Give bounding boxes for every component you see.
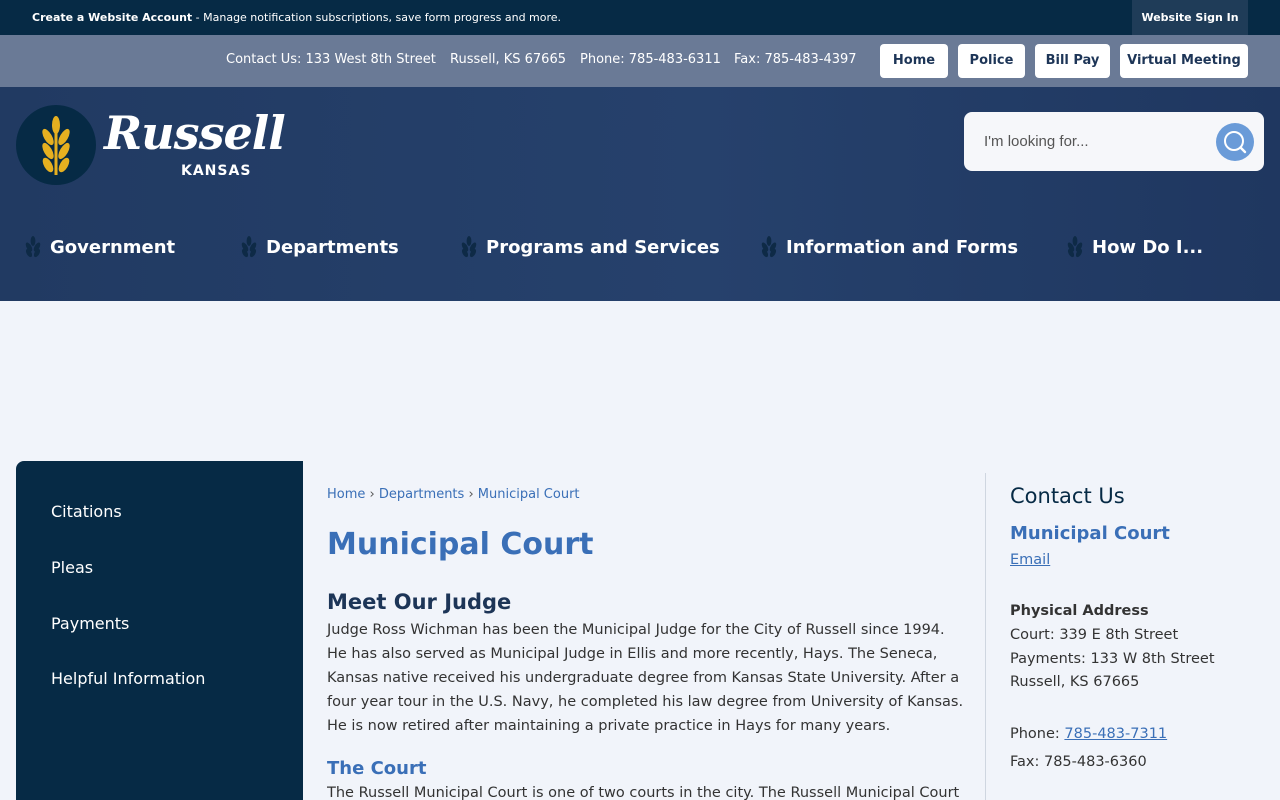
contact-phone: Phone: 785-483-6311 — [580, 52, 721, 67]
wheat-logo-icon[interactable] — [16, 105, 96, 185]
breadcrumb-separator: › — [464, 487, 478, 502]
top-account-bar: Create a Website Account - Manage notifi… — [0, 0, 1280, 35]
wheat-icon — [241, 236, 257, 258]
account-description: - Manage notification subscriptions, sav… — [192, 11, 562, 24]
page-title: Municipal Court — [327, 527, 594, 562]
quick-link-virtual-meeting-button[interactable]: Virtual Meeting — [1120, 44, 1248, 78]
site-search — [964, 112, 1264, 171]
sidebar-item-helpful-information[interactable]: Helpful Information — [51, 669, 205, 688]
nav-how-do-i[interactable]: How Do I... — [1066, 222, 1203, 272]
search-icon — [1224, 131, 1247, 154]
breadcrumb-departments[interactable]: Departments — [379, 487, 464, 502]
judge-paragraph: Judge Ross Wichman has been the Municipa… — [327, 622, 964, 734]
nav-label: Departments — [266, 236, 399, 258]
nav-departments[interactable]: Departments — [240, 222, 399, 272]
breadcrumb: Home › Departments › Municipal Court — [327, 487, 580, 502]
phone-label: Phone: — [1010, 726, 1065, 742]
breadcrumb-current[interactable]: Municipal Court — [478, 487, 580, 502]
nav-label: How Do I... — [1092, 236, 1204, 258]
physical-address-label: Physical Address — [1010, 603, 1149, 619]
account-message: Create a Website Account - Manage notifi… — [32, 11, 561, 24]
logo-city-name[interactable]: Russell — [104, 106, 286, 160]
wheat-icon — [25, 236, 41, 258]
website-sign-in-button[interactable]: Website Sign In — [1132, 0, 1248, 35]
site-header: Russell KANSAS Government Departments Pr… — [0, 87, 1280, 301]
contact-phone-line: Phone: 785-483-7311 — [1010, 726, 1167, 742]
quick-link-police-button[interactable]: Police — [958, 44, 1025, 78]
nav-government[interactable]: Government — [24, 222, 175, 272]
contact-email-link[interactable]: Email — [1010, 552, 1050, 568]
sidebar-item-pleas[interactable]: Pleas — [51, 558, 93, 577]
sidebar-item-citations[interactable]: Citations — [51, 502, 122, 521]
wheat-icon — [1067, 236, 1083, 258]
contact-bar: Contact Us: 133 West 8th Street Russell,… — [0, 35, 1280, 87]
nav-label: Information and Forms — [786, 236, 1019, 258]
contact-fax: Fax: 785-483-4397 — [734, 52, 857, 67]
wheat-icon — [461, 236, 477, 258]
quick-link-home-button[interactable]: Home — [880, 44, 948, 78]
contact-heading: Contact Us — [1010, 484, 1125, 508]
contact-fax-line: Fax: 785-483-6360 — [1010, 754, 1147, 770]
quick-link-bill-pay-button[interactable]: Bill Pay — [1035, 44, 1110, 78]
create-account-link[interactable]: Create a Website Account — [32, 11, 192, 24]
logo-state-name: KANSAS — [181, 163, 252, 179]
nav-programs-and-services[interactable]: Programs and Services — [460, 222, 720, 272]
section-sidebar: Citations Pleas Payments Helpful Informa… — [16, 461, 303, 800]
nav-label: Programs and Services — [486, 236, 720, 258]
nav-label: Government — [50, 236, 176, 258]
section-heading-judge: Meet Our Judge — [327, 590, 512, 614]
breadcrumb-home[interactable]: Home — [327, 487, 365, 502]
phone-link[interactable]: 785-483-7311 — [1064, 726, 1167, 742]
section-heading-court: The Court — [327, 758, 427, 779]
contact-address: Contact Us: 133 West 8th Street — [226, 52, 436, 67]
court-paragraph: The Russell Municipal Court is one of tw… — [327, 785, 960, 800]
contact-city: Russell, KS 67665 — [450, 52, 566, 67]
breadcrumb-separator: › — [365, 487, 379, 502]
address-line: Russell, KS 67665 — [1010, 674, 1140, 690]
sidebar-item-payments[interactable]: Payments — [51, 614, 129, 633]
address-line: Payments: 133 W 8th Street — [1010, 651, 1215, 667]
search-button[interactable] — [1216, 123, 1254, 161]
wheat-icon — [761, 236, 777, 258]
address-line: Court: 339 E 8th Street — [1010, 627, 1179, 643]
contact-department-link[interactable]: Municipal Court — [1010, 523, 1170, 544]
column-divider — [985, 473, 986, 800]
search-input[interactable] — [976, 126, 1212, 156]
nav-information-and-forms[interactable]: Information and Forms — [760, 222, 1018, 272]
